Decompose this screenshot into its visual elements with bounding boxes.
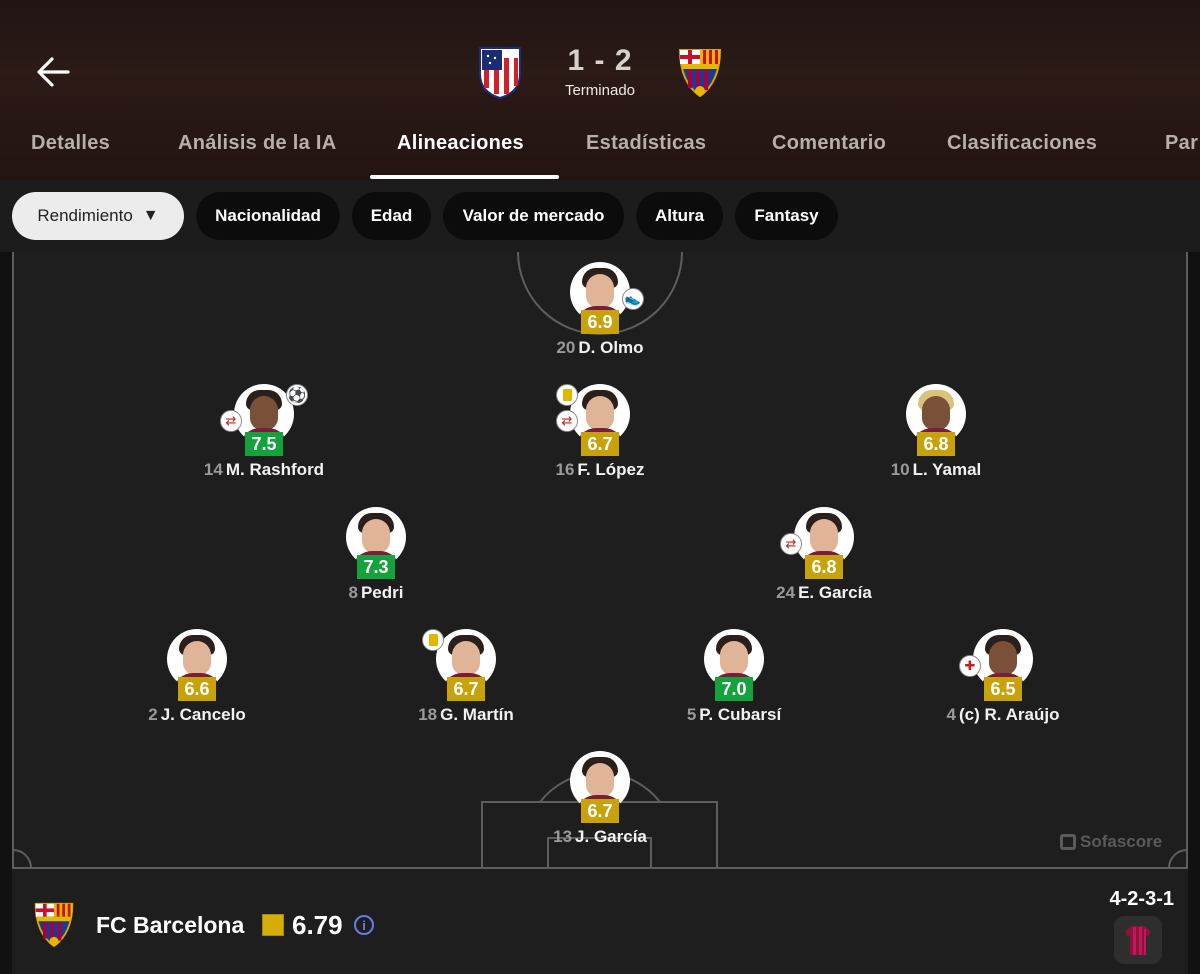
filter-nacionalidad[interactable]: Nacionalidad	[196, 192, 340, 240]
filter-fantasy[interactable]: Fantasy	[735, 192, 838, 240]
filter-valor-mercado[interactable]: Valor de mercado	[443, 192, 624, 240]
match-status: Terminado	[564, 82, 636, 99]
shirt-icon	[1125, 926, 1151, 955]
player-card-cancelo[interactable]: 6.6 2 J. Cancelo	[87, 629, 307, 725]
tab-partial[interactable]: Par	[1165, 132, 1198, 155]
atletico-crest[interactable]	[476, 44, 524, 100]
player-name: 8 Pedri	[348, 583, 404, 602]
player-name: 18 G. Martín	[418, 705, 514, 724]
player-rating: 6.6	[178, 677, 216, 701]
watermark-text: Sofascore	[1080, 832, 1163, 851]
player-rating: 6.8	[805, 555, 843, 579]
player-name: 14 M. Rashford	[203, 460, 325, 479]
player-name: 16 F. López	[555, 460, 645, 479]
tab-comentario[interactable]: Comentario	[772, 132, 886, 155]
team-rating-indicator	[262, 914, 284, 936]
player-card-yamal[interactable]: 6.8 10 L. Yamal	[826, 384, 1046, 480]
substitution-icon: ⇄	[220, 410, 242, 432]
player-rating: 6.8	[917, 432, 955, 456]
filter-edad[interactable]: Edad	[352, 192, 431, 240]
substitution-icon: ⇄	[780, 533, 802, 555]
player-card-lopez[interactable]: 6.7 16 F. López ⇄	[490, 384, 710, 480]
player-card-olmo[interactable]: 6.9 20 D. Olmo 👟	[490, 262, 710, 358]
team-name: FC Barcelona	[96, 912, 245, 938]
player-name: 10 L. Yamal	[890, 460, 982, 479]
player-name: 2 J. Cancelo	[148, 705, 246, 724]
lineup-pitch: 6.9 20 D. Olmo 👟 7.5 14 M. Rashford ⇄ ⚽ 6.…	[12, 252, 1188, 870]
filter-rendimiento-dropdown[interactable]: Rendimiento ▼	[12, 192, 184, 240]
match-score: 1 - 2	[567, 44, 633, 77]
filter-bar: Rendimiento ▼ Nacionalidad Edad Valor de…	[0, 180, 1200, 252]
player-rating: 6.7	[581, 432, 619, 456]
player-card-egarcia[interactable]: 6.8 24 E. García ⇄	[714, 507, 934, 603]
player-card-rashford[interactable]: 7.5 14 M. Rashford ⇄ ⚽	[154, 384, 374, 480]
caret-down-icon: ▼	[142, 207, 159, 224]
active-tab-indicator	[370, 175, 559, 179]
tab-bar: Detalles Análisis de la IA Alineaciones …	[0, 118, 1200, 180]
player-name: 20 D. Olmo	[556, 338, 644, 357]
assist-boot-icon: 👟	[622, 288, 644, 310]
player-name: 5 P. Cubarsí	[686, 705, 782, 724]
filter-label: Rendimiento	[37, 206, 133, 225]
filter-altura[interactable]: Altura	[636, 192, 723, 240]
player-name: 13 J. García	[553, 827, 647, 846]
match-header: 1 - 2 Terminado Detalles Análisis de la …	[0, 0, 1200, 180]
yellow-card-icon	[422, 629, 444, 651]
info-icon[interactable]: i	[354, 915, 374, 935]
player-rating: 6.7	[447, 677, 485, 701]
tab-estadisticas[interactable]: Estadísticas	[586, 132, 706, 155]
tab-detalles[interactable]: Detalles	[31, 132, 110, 155]
player-rating: 6.5	[984, 677, 1022, 701]
player-name: 24 E. García	[776, 583, 872, 602]
soccer-ball-icon: ⚽	[286, 384, 308, 406]
player-rating: 7.5	[245, 432, 283, 456]
tab-alineaciones[interactable]: Alineaciones	[397, 132, 524, 155]
player-rating: 6.9	[581, 310, 619, 334]
tab-clasificaciones[interactable]: Clasificaciones	[947, 132, 1097, 155]
player-card-cubarsi[interactable]: 7.0 5 P. Cubarsí	[624, 629, 844, 725]
sofascore-watermark: Sofascore	[1060, 832, 1162, 852]
player-rating: 7.0	[715, 677, 753, 701]
yellow-card-icon	[556, 384, 578, 406]
sofascore-logo-icon	[1060, 834, 1076, 850]
player-card-jgarcia[interactable]: 6.7 13 J. García	[490, 751, 710, 847]
arrow-left-icon	[37, 57, 70, 87]
player-name: 4 (c) R. Araújo	[946, 705, 1060, 724]
injury-cross-icon: ✚	[959, 655, 981, 677]
tab-analisis-ia[interactable]: Análisis de la IA	[178, 132, 337, 155]
formation-label: 4-2-3-1	[1109, 888, 1174, 910]
player-rating: 6.7	[581, 799, 619, 823]
barcelona-crest[interactable]	[676, 46, 724, 102]
player-card-pedri[interactable]: 7.3 8 Pedri	[266, 507, 486, 603]
barcelona-crest	[32, 900, 76, 948]
substitution-icon: ⇄	[556, 410, 578, 432]
back-button[interactable]	[30, 52, 78, 92]
player-card-martin[interactable]: 6.7 18 G. Martín	[356, 629, 576, 725]
player-rating: 7.3	[357, 555, 395, 579]
kit-button[interactable]	[1114, 916, 1162, 964]
player-card-araujo[interactable]: 6.5 4 (c) R. Araújo ✚	[893, 629, 1113, 725]
team-average-rating: 6.79	[292, 910, 343, 940]
team-summary-bar: FC Barcelona 6.79 i 4-2-3-1	[12, 870, 1188, 974]
